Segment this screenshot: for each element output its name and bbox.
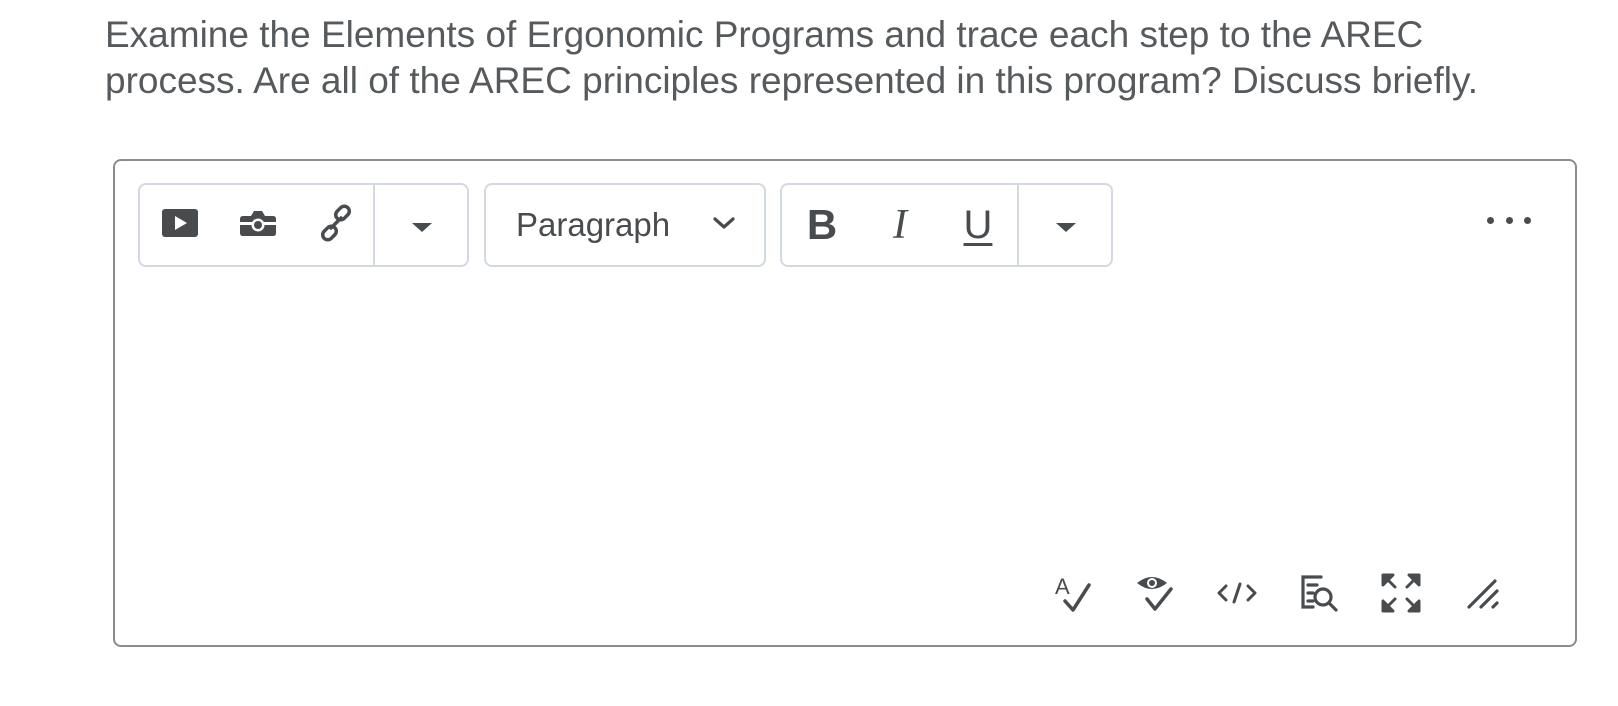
question-line-1: Examine the Elements of Ergonomic Progra… [105,14,1424,55]
editor-content-area[interactable] [135,281,1555,551]
video-icon [161,208,199,243]
spellcheck-button[interactable]: A [1055,573,1091,617]
more-horizontal-icon-dot [1505,216,1513,224]
more-options-button[interactable] [1487,205,1531,235]
underline-icon: U [963,202,993,247]
resize-handle[interactable] [1465,573,1501,617]
source-code-icon [1217,581,1257,610]
preview-button[interactable] [1299,573,1339,618]
preview-icon [1299,573,1339,618]
insert-link-button[interactable] [304,185,368,265]
format-select[interactable]: Paragraph [484,183,766,267]
insert-more-dropdown[interactable] [377,185,467,265]
rich-text-editor[interactable]: Paragraph B I U A [113,159,1577,647]
text-style-toolbar-group: B I U [780,183,1113,267]
more-horizontal-icon-dot [1524,216,1531,224]
camera-icon [239,208,277,243]
italic-button[interactable]: I [868,185,932,265]
chevron-down-icon [712,213,736,238]
caret-down-icon [1056,222,1076,232]
source-code-button[interactable] [1217,573,1257,617]
bold-button[interactable]: B [790,185,854,265]
accessibility-check-icon [1135,573,1175,618]
insert-image-button[interactable] [226,185,290,265]
insert-toolbar-group [138,183,469,267]
insert-video-button[interactable] [148,185,212,265]
resize-handle-icon [1463,573,1503,618]
format-select-value: Paragraph [516,206,671,243]
question-text: Examine the Elements of Ergonomic Progra… [105,12,1585,104]
more-horizontal-icon [1487,216,1494,224]
accessibility-check-button[interactable] [1137,573,1173,617]
bold-icon: B [806,201,838,248]
spellcheck-icon: A [1053,573,1093,618]
question-line-2: process. Are all of the AREC principles … [105,60,1479,101]
italic-icon: I [893,202,907,248]
link-icon [317,203,355,247]
fullscreen-icon [1381,573,1421,618]
text-style-more-dropdown[interactable] [1021,185,1111,265]
fullscreen-button[interactable] [1381,573,1421,618]
toolbar-separator [1017,185,1019,265]
underline-button[interactable]: U [946,185,1010,265]
caret-down-icon [412,222,432,232]
toolbar-separator [373,185,375,265]
svg-text:A: A [1055,574,1070,599]
